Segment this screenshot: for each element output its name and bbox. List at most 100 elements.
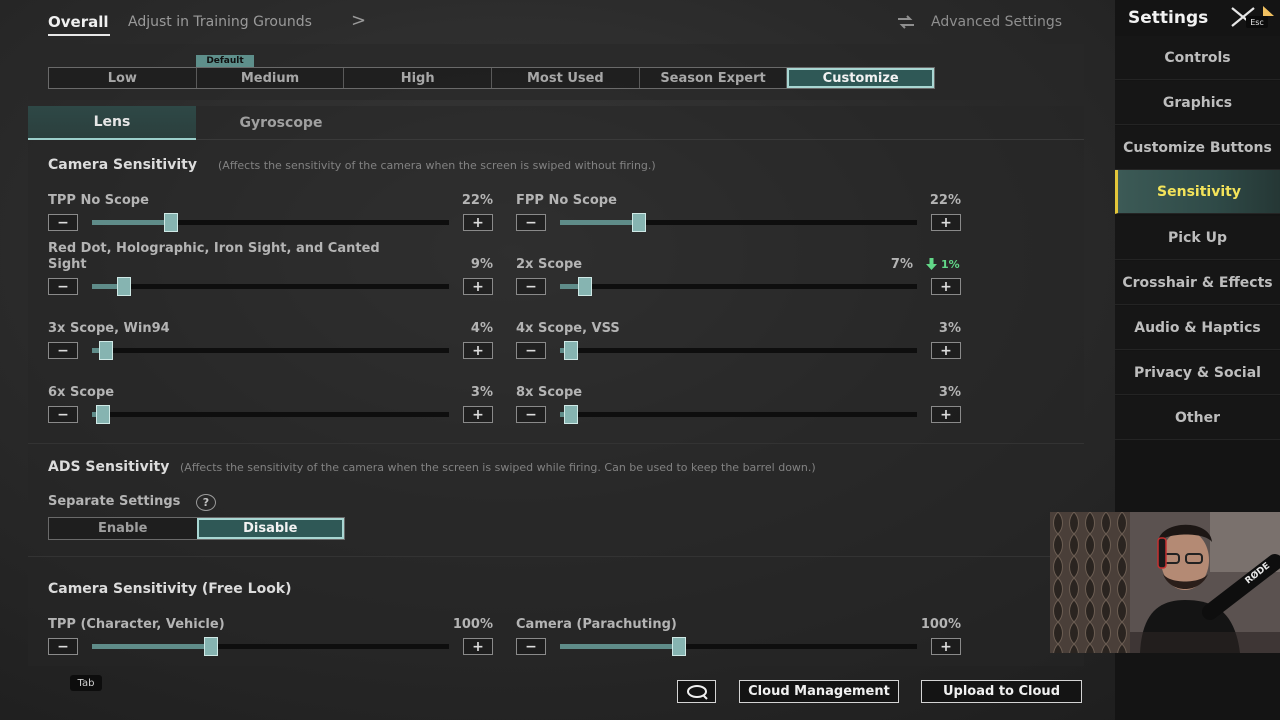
camera-sensitivity-note: (Affects the sensitivity of the camera w… [218, 159, 656, 172]
slider-thumb[interactable] [563, 341, 578, 360]
camera-parachuting-slider[interactable] [560, 637, 917, 656]
decrease-button[interactable]: − [516, 214, 546, 231]
4x-scope-slider[interactable] [560, 341, 917, 360]
slider-thumb[interactable] [117, 277, 132, 296]
tab-lens[interactable]: Lens [28, 106, 196, 140]
tpp-character-slider[interactable] [92, 637, 449, 656]
slider-value: 3% [938, 385, 961, 400]
increase-button[interactable]: + [463, 342, 493, 359]
slider-thumb[interactable] [672, 637, 686, 656]
decrease-button[interactable]: − [516, 278, 546, 295]
slider-value: 22% [461, 193, 493, 208]
overall-tab[interactable]: Overall [48, 13, 109, 31]
slider-fill [92, 644, 211, 649]
search-button[interactable] [677, 680, 716, 703]
decrease-button[interactable]: − [516, 342, 546, 359]
default-tag: Default [196, 55, 254, 67]
increase-button[interactable]: + [463, 214, 493, 231]
decrease-button[interactable]: − [48, 278, 78, 295]
slider-thumb[interactable] [163, 213, 178, 232]
decrease-button[interactable]: − [48, 214, 78, 231]
6x-scope-slider[interactable] [92, 405, 449, 424]
slider-value: 3% [938, 321, 961, 336]
slider-thumb[interactable] [99, 341, 114, 360]
training-grounds-link[interactable]: Adjust in Training Grounds [128, 14, 312, 30]
webcam-feed-image: RØDE [1050, 512, 1280, 653]
slider-value: 22% [929, 193, 961, 208]
slider-thumb[interactable] [563, 405, 578, 424]
sidebar-item-pick-up[interactable]: Pick Up [1115, 216, 1280, 260]
settings-title: Settings [1128, 8, 1209, 28]
increase-button[interactable]: + [931, 214, 961, 231]
section-divider [28, 443, 1084, 444]
advanced-settings-button[interactable]: Advanced Settings [931, 14, 1062, 30]
sidebar-item-crosshair-effects[interactable]: Crosshair & Effects [1115, 261, 1280, 305]
slider-thumb[interactable] [577, 277, 592, 296]
delta-badge: 1% [941, 258, 960, 271]
preset-high-button[interactable]: High [344, 68, 493, 88]
slider-label: 8x Scope [516, 385, 583, 400]
overall-tab-underline [48, 34, 110, 36]
slider-thumb[interactable] [204, 637, 218, 656]
preset-medium-button[interactable]: Medium [196, 68, 345, 88]
slider-label-line2: Sight [48, 257, 87, 272]
camera-sensitivity-title: Camera Sensitivity [48, 157, 197, 173]
slider-value: 100% [920, 617, 961, 632]
chevron-right-icon[interactable]: > [351, 10, 366, 31]
8x-scope-slider[interactable] [560, 405, 917, 424]
preset-customize-button[interactable]: Customize [787, 68, 935, 88]
close-icon[interactable]: Esc [1228, 4, 1276, 32]
sidebar-item-other[interactable]: Other [1115, 396, 1280, 440]
cloud-management-button[interactable]: Cloud Management [739, 680, 899, 703]
preset-low-button[interactable]: Low [49, 68, 197, 88]
sliders-icon[interactable] [896, 14, 916, 30]
increase-button[interactable]: + [463, 638, 493, 655]
sidebar-item-audio-haptics[interactable]: Audio & Haptics [1115, 306, 1280, 350]
increase-button[interactable]: + [931, 406, 961, 423]
increase-button[interactable]: + [463, 406, 493, 423]
decrease-button[interactable]: − [48, 638, 78, 655]
2x-scope-slider[interactable] [560, 277, 917, 296]
decrease-button[interactable]: − [516, 638, 546, 655]
disable-button[interactable]: Disable [196, 518, 344, 539]
increase-button[interactable]: + [931, 278, 961, 295]
arrow-down-icon [926, 258, 937, 270]
slider-thumb[interactable] [95, 405, 110, 424]
increase-button[interactable]: + [463, 278, 493, 295]
help-icon[interactable]: ? [196, 494, 216, 511]
enable-button[interactable]: Enable [49, 518, 197, 539]
ads-sensitivity-title: ADS Sensitivity [48, 459, 170, 475]
sidebar-item-sensitivity[interactable]: Sensitivity [1115, 170, 1280, 214]
tab-gyroscope[interactable]: Gyroscope [196, 106, 366, 140]
sidebar-item-customize-buttons[interactable]: Customize Buttons [1115, 126, 1280, 170]
slider-label: FPP No Scope [516, 193, 617, 208]
decrease-button[interactable]: − [48, 342, 78, 359]
slider-fill [560, 220, 639, 225]
sidebar-item-privacy-social[interactable]: Privacy & Social [1115, 351, 1280, 395]
separate-settings-toggle: Enable Disable [48, 517, 345, 540]
slider-label: Camera (Parachuting) [516, 617, 677, 632]
slider-label-line1: Red Dot, Holographic, Iron Sight, and Ca… [48, 241, 380, 256]
slider-fill [92, 220, 171, 225]
increase-button[interactable]: + [931, 638, 961, 655]
slider-fill [560, 644, 679, 649]
tpp-no-scope-slider[interactable] [92, 213, 449, 232]
sidebar-item-graphics[interactable]: Graphics [1115, 81, 1280, 125]
slider-value: 100% [452, 617, 493, 632]
slider-value: 3% [470, 385, 493, 400]
esc-key-label: Esc [1250, 18, 1264, 27]
decrease-button[interactable]: − [516, 406, 546, 423]
preset-selector: Low Medium High Most Used Season Expert … [48, 67, 935, 89]
slider-label: 3x Scope, Win94 [48, 321, 170, 336]
slider-thumb[interactable] [631, 213, 646, 232]
decrease-button[interactable]: − [48, 406, 78, 423]
sidebar-item-controls[interactable]: Controls [1115, 36, 1280, 80]
preset-season-expert-button[interactable]: Season Expert [639, 68, 788, 88]
3x-scope-slider[interactable] [92, 341, 449, 360]
fpp-no-scope-slider[interactable] [560, 213, 917, 232]
upload-to-cloud-button[interactable]: Upload to Cloud [921, 680, 1082, 703]
red-dot-slider[interactable] [92, 277, 449, 296]
preset-most-used-button[interactable]: Most Used [492, 68, 640, 88]
increase-button[interactable]: + [931, 342, 961, 359]
slider-label: TPP No Scope [48, 193, 149, 208]
